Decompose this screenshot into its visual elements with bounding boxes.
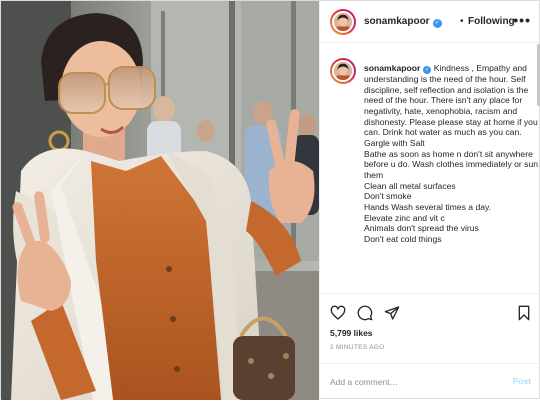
caption-line: Gargle with Salt	[364, 137, 425, 148]
post-timestamp[interactable]: 2 MINUTES AGO	[330, 344, 384, 351]
caption-area: sonamkapoor ✓ Kindness , Empathy and unde…	[320, 44, 540, 293]
caption-line: Elevate zinc and vit c	[364, 212, 445, 223]
likes-count[interactable]: 5,799 likes	[330, 328, 373, 338]
caption-line: Bathe as soon as home n don't sit anywhe…	[364, 148, 539, 180]
comment-input[interactable]	[330, 375, 500, 389]
verified-badge-icon: ✓	[432, 19, 442, 28]
header-username[interactable]: sonamkapoor ✓	[364, 16, 442, 28]
separator-dot: •	[460, 16, 464, 27]
comment-icon[interactable]	[357, 305, 373, 321]
post-header: sonamkapoor ✓ • Following •••	[320, 1, 540, 43]
bookmark-icon[interactable]	[516, 305, 532, 321]
avatar[interactable]	[330, 9, 356, 35]
comment-box: Post	[320, 363, 540, 400]
instagram-post: sonamkapoor ✓ • Following ••• sonamkapoor…	[0, 0, 540, 400]
verified-badge-icon: ✓	[423, 66, 432, 74]
post-photo[interactable]	[1, 1, 319, 400]
caption-line: Don't smoke	[364, 191, 412, 202]
caption-username[interactable]: sonamkapoor ✓	[364, 63, 432, 74]
caption-line: Clean all metal surfaces	[364, 180, 456, 191]
heart-icon[interactable]	[330, 305, 346, 321]
post-comment-button[interactable]: Post	[513, 376, 531, 386]
caption-avatar[interactable]	[330, 58, 356, 84]
caption-text: sonamkapoor ✓ Kindness , Empathy and unde…	[364, 63, 540, 245]
following-button[interactable]: Following	[468, 16, 515, 27]
paper-plane-icon[interactable]	[384, 305, 400, 321]
caption-line: Kindness , Empathy and understanding is …	[364, 63, 538, 138]
caption-line: Don't eat cold things	[364, 233, 442, 244]
caption-line: Animals don't spread the virus	[364, 223, 479, 234]
more-options-icon[interactable]: •••	[513, 12, 531, 28]
post-side-panel: sonamkapoor ✓ • Following ••• sonamkapoor…	[319, 1, 540, 400]
caption-line: Hands Wash several times a day.	[364, 201, 492, 212]
